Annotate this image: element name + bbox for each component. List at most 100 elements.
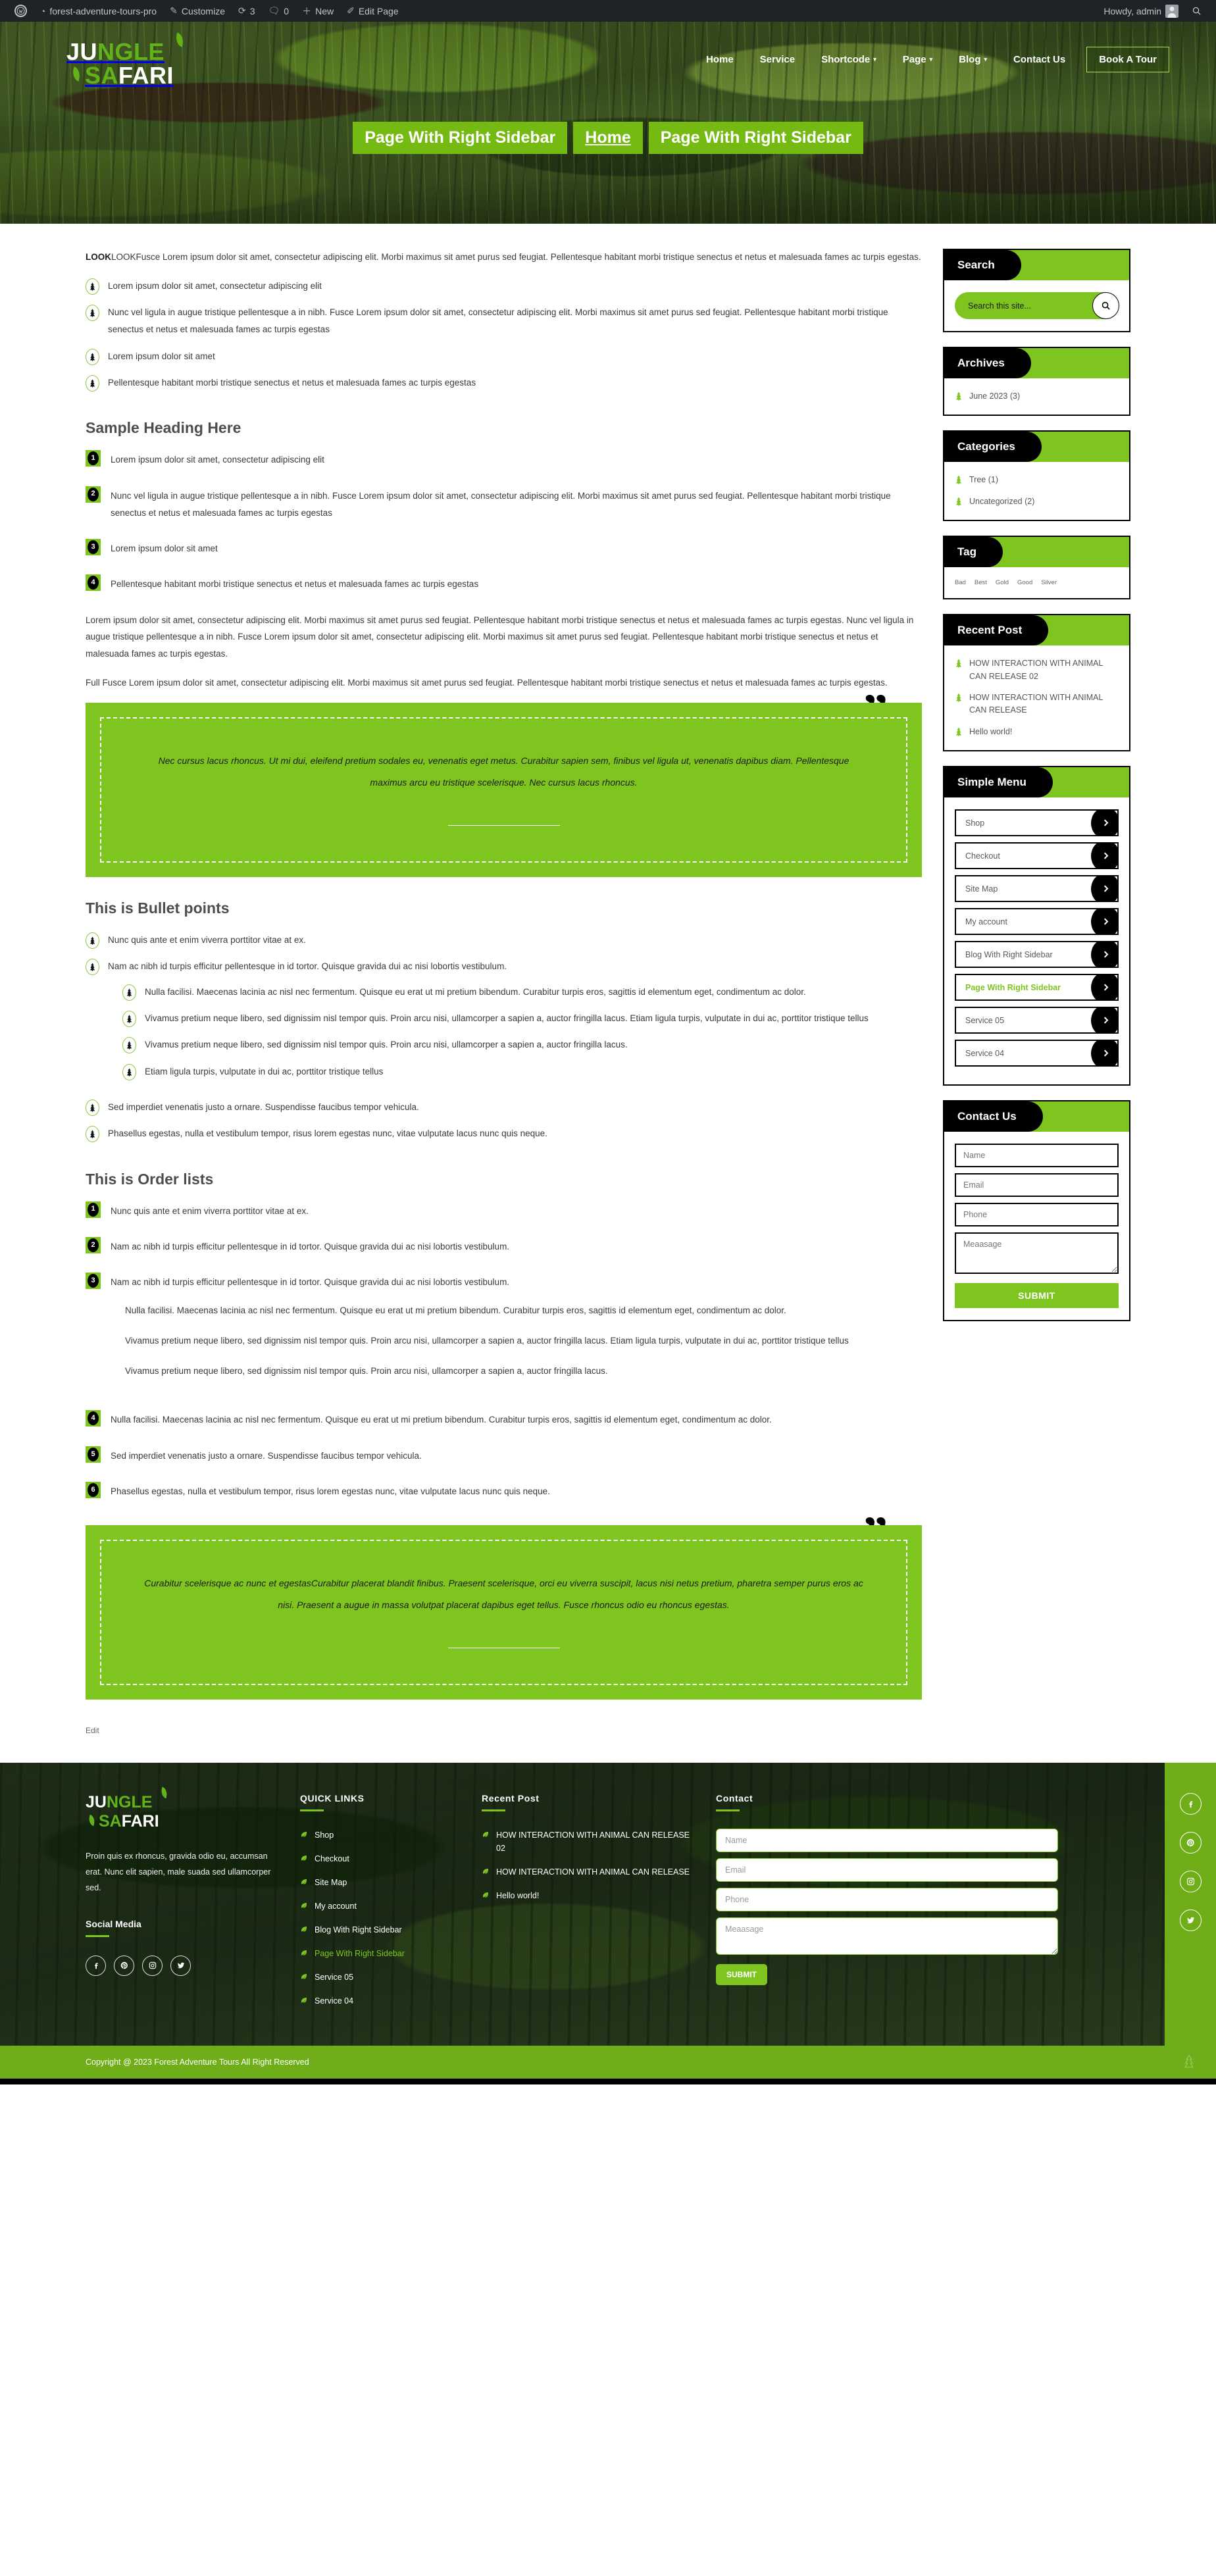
instagram-icon[interactable] [1179,1871,1202,1893]
lead-bold: LOOK [86,252,111,262]
menu-item-my-account[interactable]: My account [955,908,1119,935]
nav-item-shortcode[interactable]: Shortcode ▾ [808,47,890,72]
footer-link[interactable]: Blog With Right Sidebar [315,1923,402,1936]
new-content-menu[interactable]: ＋ New [295,0,340,22]
list-item-text: Etiam ligula turpis, vulputate in dui ac… [145,1066,384,1076]
email-field[interactable] [716,1858,1058,1882]
site-logo[interactable]: JUNGLE SAFARI [30,31,186,88]
chevron-right-icon [1091,1041,1117,1065]
phone-field[interactable] [955,1203,1119,1226]
site-name-menu[interactable]: ◔ forest-adventure-tours-pro [34,0,163,22]
list-item: Vivamus pretium neque libero, sed dignis… [122,1010,922,1036]
brush-icon: ✎ [170,5,178,16]
breadcrumb-home[interactable]: Home [573,122,643,154]
number-marker: 6 [86,1482,101,1499]
recent-post-heading: Recent Post [482,1793,540,1804]
wordpress-menu[interactable] [8,0,34,22]
menu-item-label: Service 04 [965,1048,1005,1058]
list-item: Service 05 [300,1971,465,1984]
tag-link[interactable]: Best [975,579,987,586]
name-field[interactable] [955,1144,1119,1167]
nav-item-service[interactable]: Service [747,47,808,72]
search-submit-button[interactable] [1092,292,1119,319]
menu-item-page-with-right-sidebar[interactable]: Page With Right Sidebar [955,974,1119,1001]
body-paragraph-2: Full Fusce Lorem ipsum dolor sit amet, c… [86,677,888,688]
search-icon [1102,301,1110,310]
nav-item-home[interactable]: Home [693,47,747,72]
footer-recent-link[interactable]: Hello world! [496,1889,539,1902]
footer-link[interactable]: Service 04 [315,1994,353,2008]
email-field[interactable] [955,1173,1119,1197]
nav-item-contact-us[interactable]: Contact Us [1000,47,1078,72]
widget-header: Simple Menu [944,767,1129,797]
footer-link[interactable]: Service 05 [315,1971,353,1984]
list-item: Checkout [300,1852,465,1865]
footer-link-active[interactable]: Page With Right Sidebar [315,1947,405,1960]
nav-item-page[interactable]: Page ▾ [890,47,946,72]
howdy-menu[interactable]: Howdy, admin [1097,0,1185,22]
list-item: Site Map [955,875,1119,902]
phone-field[interactable] [716,1888,1058,1912]
footer-link[interactable]: Site Map [315,1876,347,1889]
recent-post-link[interactable]: HOW INTERACTION WITH ANIMAL CAN RELEASE [969,692,1119,717]
footer-recent-post-column: Recent Post HOW INTERACTION WITH ANIMAL … [482,1793,699,2018]
list-item: Service 05 [955,1007,1119,1034]
widget-title: Categories [957,440,1015,453]
leaf-icon [483,1892,488,1898]
widget-header: Tag [944,537,1129,568]
menu-item-checkout[interactable]: Checkout [955,842,1119,869]
instagram-icon[interactable] [142,1955,163,1976]
edit-page-menu[interactable]: ✐ Edit Page [340,0,405,22]
edit-link[interactable]: Edit [86,1726,99,1735]
tag-link[interactable]: Bad [955,579,966,586]
menu-item-service-04[interactable]: Service 04 [955,1040,1119,1067]
number-marker: 2 [86,1236,101,1253]
facebook-icon[interactable] [1179,1793,1202,1815]
nav-item-blog[interactable]: Blog ▾ [946,47,1000,72]
list-item-text: Nam ac nibh id turpis efficitur pellente… [111,1241,510,1251]
category-link[interactable]: Tree (1) [969,474,998,486]
comments-menu[interactable]: 🗨 0 [262,0,296,22]
pinterest-icon[interactable] [1179,1832,1202,1854]
footer-link[interactable]: Checkout [315,1852,349,1865]
number-marker: 4 [86,574,101,592]
name-field[interactable] [716,1829,1058,1853]
twitter-icon[interactable] [1179,1909,1202,1932]
list-item: My account [300,1900,465,1913]
message-field[interactable] [716,1917,1058,1956]
message-field[interactable] [955,1232,1119,1274]
submit-button[interactable]: SUBMIT [716,1964,767,1986]
menu-item-service-05[interactable]: Service 05 [955,1007,1119,1034]
tag-link[interactable]: Gold [996,579,1009,586]
tag-link[interactable]: Good [1017,579,1032,586]
widget-body: Bad Best Gold Good Silver [944,567,1129,598]
footer-link[interactable]: My account [315,1900,357,1913]
recent-post-link[interactable]: Hello world! [969,726,1012,738]
menu-item-site-map[interactable]: Site Map [955,875,1119,902]
category-link[interactable]: Uncategorized (2) [969,495,1034,508]
back-to-top-button[interactable] [1183,2054,1195,2069]
archive-link[interactable]: June 2023 (3) [969,390,1020,403]
list-item: Hello world! [955,726,1119,738]
menu-item-shop[interactable]: Shop [955,809,1119,836]
admin-search-button[interactable] [1185,0,1208,22]
footer-logo[interactable]: JUNGLE SAFARI [86,1786,169,1831]
updates-count: 3 [249,5,255,16]
menu-item-blog-with-right-sidebar[interactable]: Blog With Right Sidebar [955,941,1119,968]
updates-menu[interactable]: ⟳ 3 [232,0,262,22]
submit-button[interactable]: SUBMIT [955,1283,1119,1308]
twitter-icon[interactable] [170,1955,191,1976]
recent-post-link[interactable]: HOW INTERACTION WITH ANIMAL CAN RELEASE … [969,657,1119,683]
footer-recent-link[interactable]: HOW INTERACTION WITH ANIMAL CAN RELEASE [496,1865,690,1879]
customize-menu[interactable]: ✎ Customize [163,0,232,22]
list-item-text: Nunc quis ante et enim viverra porttitor… [108,935,306,946]
pinterest-icon[interactable] [114,1955,134,1976]
book-a-tour-button[interactable]: Book A Tour [1086,46,1169,72]
footer-link[interactable]: Shop [315,1829,334,1842]
lead-text: LOOKFusce Lorem ipsum dolor sit amet, co… [111,252,921,262]
footer-recent-link[interactable]: HOW INTERACTION WITH ANIMAL CAN RELEASE … [496,1829,699,1855]
copyright-text: Copyright @ 2023 Forest Adventure Tours … [86,2058,309,2067]
tag-link[interactable]: Silver [1041,579,1057,586]
facebook-icon[interactable] [86,1955,106,1976]
search-input[interactable] [967,300,1092,311]
